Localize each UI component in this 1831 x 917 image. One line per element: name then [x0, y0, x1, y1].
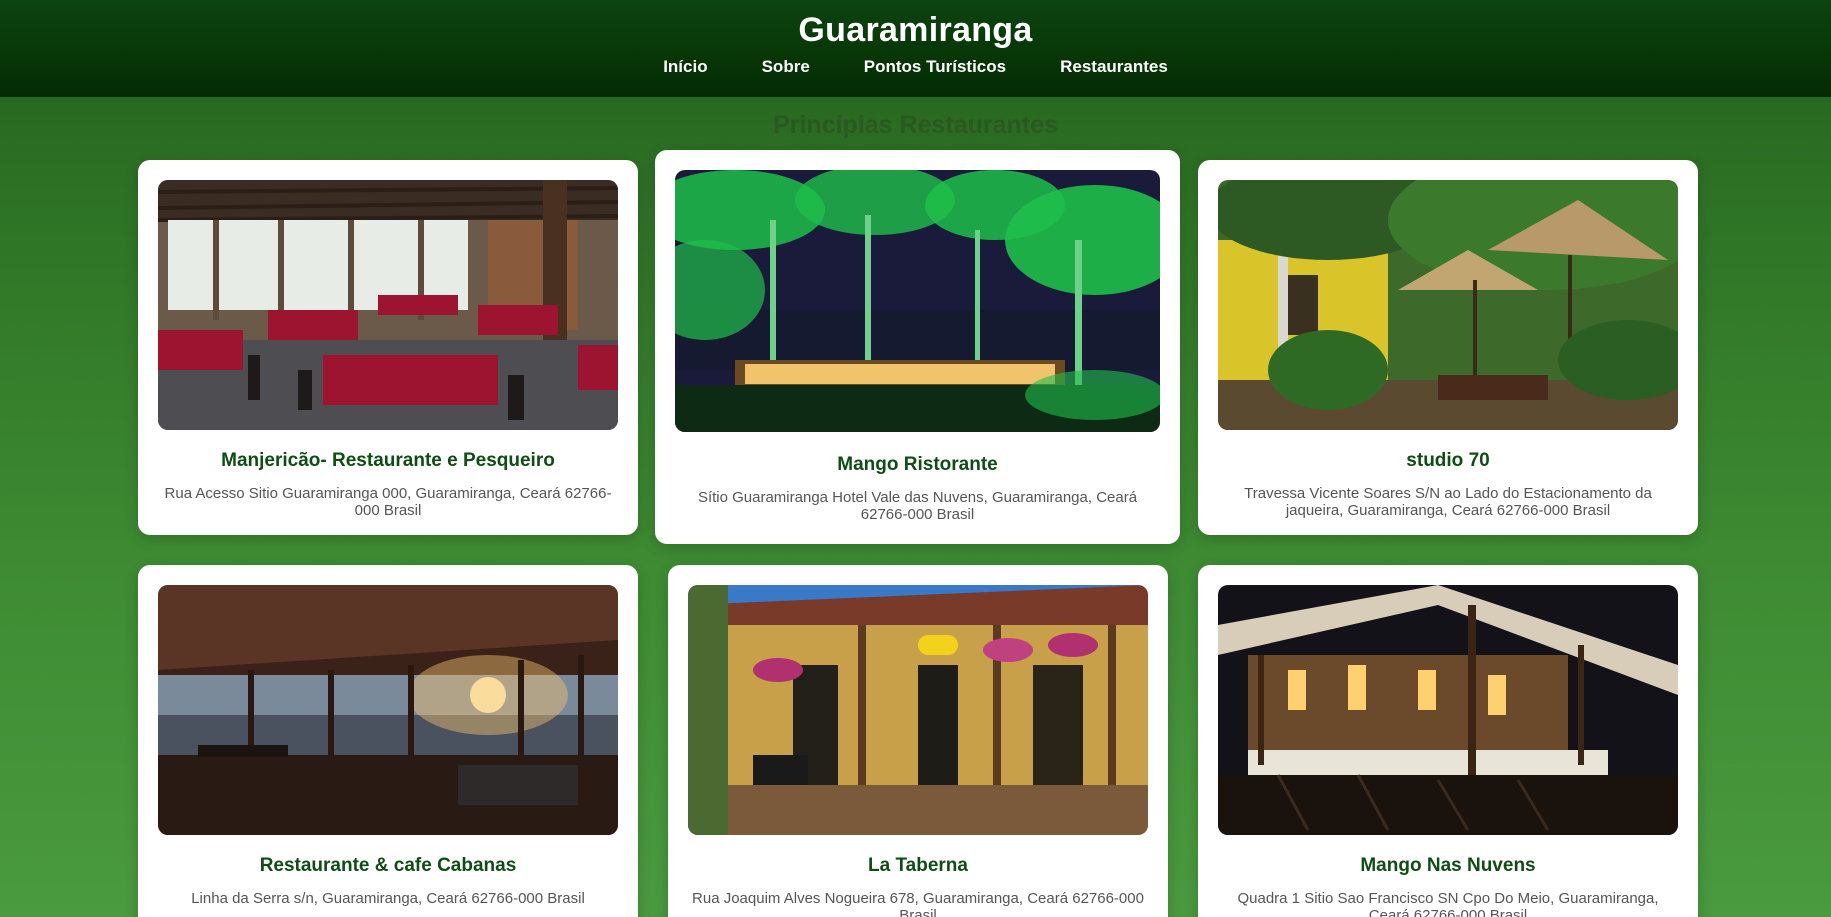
site-header: Guaramiranga Início Sobre Pontos Turísti… — [0, 0, 1831, 97]
nav-pontos-turisticos[interactable]: Pontos Turísticos — [864, 57, 1006, 77]
restaurant-name: studio 70 — [1406, 450, 1490, 471]
section-title: Principias Restaurantes — [773, 111, 1058, 139]
restaurant-name: Restaurante & cafe Cabanas — [259, 855, 517, 876]
restaurant-card[interactable]: La Taberna Rua Joaquim Alves Nogueira 67… — [668, 565, 1168, 917]
restaurant-photo — [158, 585, 618, 835]
nav-restaurantes[interactable]: Restaurantes — [1060, 57, 1168, 77]
restaurant-address: Rua Acesso Sitio Guaramiranga 000, Guara… — [164, 485, 612, 519]
restaurant-address: Sítio Guaramiranga Hotel Vale das Nuvens… — [697, 489, 1138, 523]
restaurant-name: Manjericão- Restaurante e Pesqueiro — [221, 450, 555, 471]
restaurant-name: La Taberna — [868, 855, 968, 876]
restaurant-card[interactable]: Restaurante & cafe Cabanas Linha da Serr… — [138, 565, 638, 917]
nav-sobre[interactable]: Sobre — [762, 57, 810, 77]
main-nav: Início Sobre Pontos Turísticos Restauran… — [0, 57, 1831, 77]
restaurant-address: Rua Joaquim Alves Nogueira 678, Guaramir… — [692, 890, 1144, 917]
restaurant-card[interactable]: Manjericão- Restaurante e Pesqueiro Rua … — [138, 160, 638, 535]
restaurant-address: Linha da Serra s/n, Guaramiranga, Ceará … — [191, 890, 585, 907]
restaurant-photo — [1218, 180, 1678, 430]
site-title: Guaramiranga — [798, 11, 1033, 49]
restaurant-card[interactable]: studio 70 Travessa Vicente Soares S/N ao… — [1198, 160, 1698, 535]
restaurant-photo — [675, 170, 1160, 432]
restaurant-photo — [1218, 585, 1678, 835]
restaurant-name: Mango Nas Nuvens — [1360, 855, 1536, 876]
restaurant-address: Travessa Vicente Soares S/N ao Lado do E… — [1244, 485, 1652, 519]
nav-inicio[interactable]: Início — [663, 57, 707, 77]
restaurant-name: Mango Ristorante — [837, 454, 998, 475]
restaurant-photo — [688, 585, 1148, 835]
restaurant-card[interactable]: Mango Ristorante Sítio Guaramiranga Hote… — [655, 150, 1180, 544]
restaurant-photo — [158, 180, 618, 430]
restaurant-address: Quadra 1 Sitio Sao Francisco SN Cpo Do M… — [1237, 890, 1659, 917]
restaurant-card[interactable]: Mango Nas Nuvens Quadra 1 Sitio Sao Fran… — [1198, 565, 1698, 917]
